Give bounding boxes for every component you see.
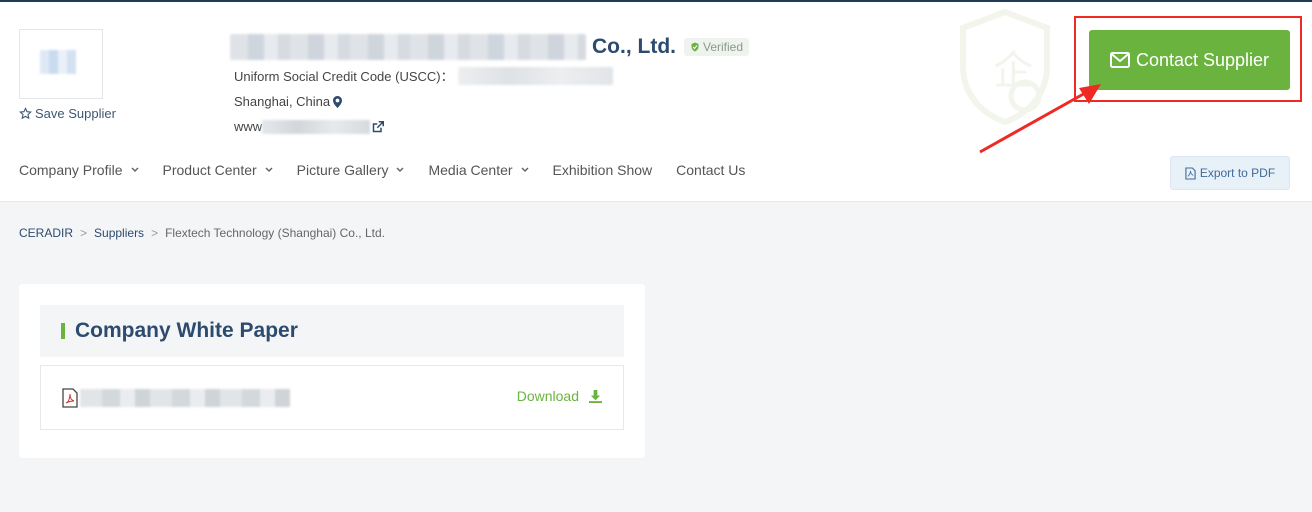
- download-button[interactable]: Download: [517, 388, 602, 404]
- nav-media-center[interactable]: Media Center: [428, 162, 529, 178]
- company-nav: Company Profile Product Center Picture G…: [19, 162, 769, 178]
- nav-contact-us[interactable]: Contact Us: [676, 162, 745, 178]
- breadcrumb-separator: >: [80, 226, 88, 240]
- verified-shield-icon: [691, 42, 699, 52]
- white-paper-card: Company White Paper Download: [19, 284, 645, 458]
- contact-supplier-button[interactable]: Contact Supplier: [1089, 30, 1290, 90]
- nav-company-profile[interactable]: Company Profile: [19, 162, 139, 178]
- company-logo: [19, 29, 103, 99]
- location-row: Shanghai, China: [234, 94, 343, 109]
- nav-label: Exhibition Show: [552, 162, 653, 178]
- uscc-value-blurred: [457, 66, 613, 85]
- company-name-suffix: Co., Ltd.: [592, 35, 676, 58]
- export-pdf-label: Export to PDF: [1199, 166, 1276, 180]
- pdf-file-icon: [1185, 166, 1196, 180]
- certification-watermark-icon: 企: [960, 8, 1050, 126]
- star-icon: [19, 107, 32, 120]
- download-label: Download: [516, 388, 579, 404]
- nav-label: Contact Us: [676, 162, 746, 178]
- company-name: Co., Ltd. Verified: [230, 32, 750, 62]
- nav-label: Product Center: [162, 162, 257, 178]
- verified-label: Verified: [702, 40, 744, 54]
- breadcrumb-separator: >: [151, 226, 159, 240]
- breadcrumb-current: Flextech Technology (Shanghai) Co., Ltd.: [165, 226, 385, 240]
- section-accent-bar: [61, 323, 65, 339]
- save-supplier-label: Save Supplier: [35, 106, 116, 121]
- verified-badge: Verified: [683, 38, 750, 56]
- uscc-label: Uniform Social Credit Code (USCC)：: [234, 69, 454, 84]
- contact-supplier-label: Contact Supplier: [1135, 49, 1270, 70]
- save-supplier-button[interactable]: Save Supplier: [19, 106, 116, 121]
- external-link-icon: [372, 120, 385, 132]
- envelope-icon: [1109, 52, 1130, 68]
- nav-label: Picture Gallery: [296, 162, 389, 178]
- nav-product-center[interactable]: Product Center: [163, 162, 273, 178]
- nav-label: Company Profile: [19, 162, 123, 178]
- nav-exhibition-show[interactable]: Exhibition Show: [553, 162, 653, 178]
- website-prefix: www: [234, 119, 263, 134]
- uscc-row: Uniform Social Credit Code (USCC)：: [234, 66, 613, 85]
- pdf-file-icon: [62, 387, 78, 408]
- file-name-blurred: [80, 388, 290, 407]
- chevron-down-icon: [265, 167, 273, 173]
- location-text: Shanghai, China: [234, 94, 331, 109]
- logo-image-blurred: [40, 50, 76, 74]
- breadcrumb-suppliers[interactable]: Suppliers: [94, 226, 144, 240]
- website-url-blurred: [262, 119, 371, 134]
- export-pdf-button[interactable]: Export to PDF: [1170, 156, 1290, 190]
- nav-label: Media Center: [428, 162, 513, 178]
- company-name-blurred: [230, 34, 586, 60]
- white-paper-header: Company White Paper: [40, 305, 624, 357]
- download-icon: [589, 389, 602, 403]
- map-marker-icon: [333, 95, 343, 108]
- website-link[interactable]: www: [234, 119, 385, 134]
- white-paper-file-row: Download: [40, 365, 624, 430]
- chevron-down-icon: [396, 167, 405, 173]
- breadcrumb-home[interactable]: CERADIR: [19, 226, 73, 240]
- supplier-header: Save Supplier Co., Ltd. Verified Uniform…: [0, 2, 1312, 202]
- breadcrumb: CERADIR > Suppliers > Flextech Technolog…: [19, 226, 385, 240]
- nav-picture-gallery[interactable]: Picture Gallery: [297, 162, 405, 178]
- white-paper-title: Company White Paper: [75, 319, 298, 342]
- chevron-down-icon: [130, 167, 139, 173]
- chevron-down-icon: [521, 167, 529, 173]
